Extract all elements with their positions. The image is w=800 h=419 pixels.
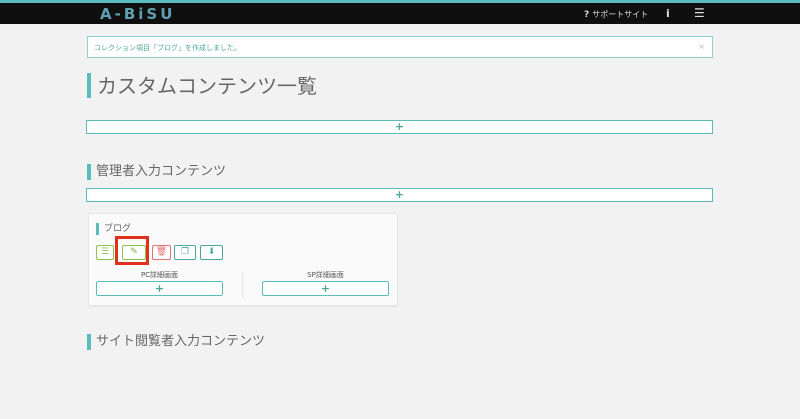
visitor-section-title: サイト閲覧者入力コンテンツ [87,334,265,350]
divider [242,272,243,298]
pc-detail-add-button[interactable]: + [96,281,223,296]
edit-button-highlight [115,236,149,265]
site-logo[interactable]: A-BiSU [100,5,175,23]
add-content-button[interactable]: + [86,120,713,134]
sp-detail-add-button[interactable]: + [262,281,389,296]
top-navbar: A-BiSU ? サポートサイト i ☰ [0,0,800,24]
info-icon[interactable]: i [666,7,670,20]
sp-detail-label: SP詳細画面 [307,271,344,279]
list-button[interactable]: ☰ [96,245,114,260]
close-icon[interactable]: × [698,42,705,51]
add-admin-content-button[interactable]: + [86,188,713,202]
help-icon: ? [584,10,590,20]
support-site-label: サポートサイト [592,10,649,19]
alert-message: コレクション項目「ブログ」を作成しました。 [94,44,241,52]
page-title: カスタムコンテンツ一覧 [87,73,317,98]
card-title: ブログ [96,223,131,235]
menu-icon[interactable]: ☰ [694,6,705,20]
pc-detail-label: PC詳細画面 [140,271,179,279]
download-icon: ⬇ [207,247,216,257]
trash-icon: 🗑 [155,247,168,257]
copy-icon: ❐ [180,247,190,257]
admin-section-title: 管理者入力コンテンツ [87,164,226,180]
support-site-link[interactable]: ? サポートサイト [584,9,648,20]
download-button[interactable]: ⬇ [200,245,223,260]
success-alert: コレクション項目「ブログ」を作成しました。 × [87,36,713,58]
copy-button[interactable]: ❐ [174,245,196,260]
delete-button[interactable]: 🗑 [152,245,171,260]
list-icon: ☰ [100,247,110,257]
